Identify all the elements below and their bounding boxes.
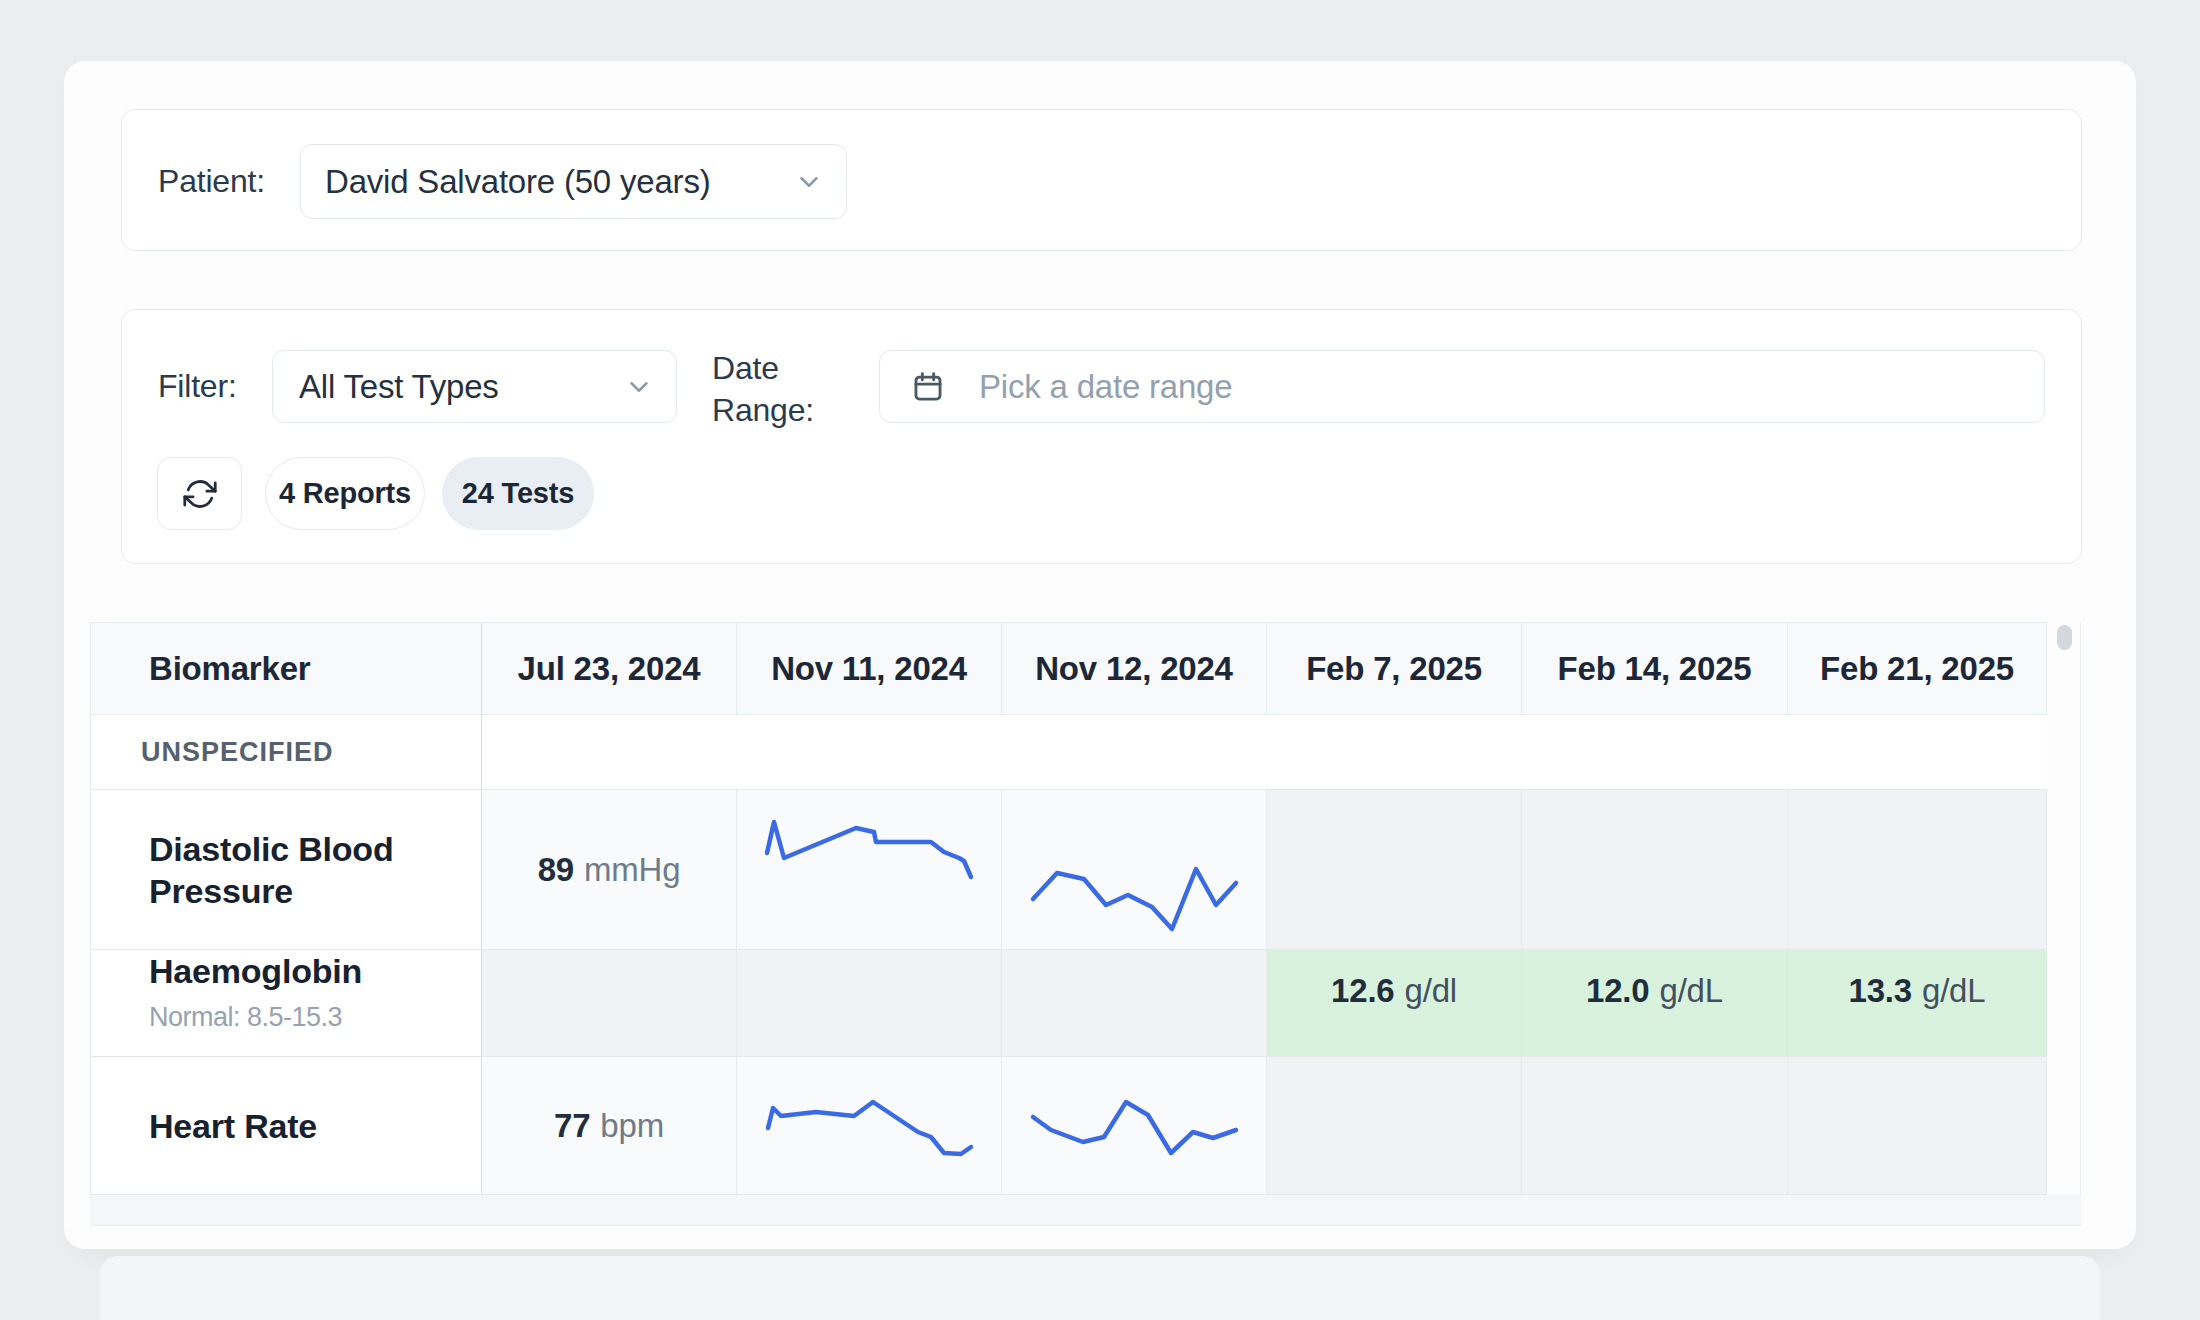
- refresh-button[interactable]: [157, 457, 242, 530]
- biomarker-name: Haemoglobin: [149, 950, 362, 992]
- value-cell: 89mmHg: [482, 790, 737, 949]
- patient-select[interactable]: David Salvatore (50 years): [300, 144, 847, 219]
- biomarker-column-header: Biomarker: [90, 623, 482, 714]
- date-column-header: Nov 11, 2024: [737, 623, 1002, 714]
- sparkline-chart: [763, 1097, 976, 1159]
- patient-panel: Patient: David Salvatore (50 years): [121, 109, 2082, 251]
- test-type-select-value: All Test Types: [299, 368, 499, 406]
- test-type-select[interactable]: All Test Types: [272, 350, 677, 423]
- empty-cell: [1788, 1057, 2047, 1194]
- date-column-header: Feb 14, 2025: [1522, 623, 1788, 714]
- empty-cell: [1522, 790, 1788, 949]
- biomarker-name-cell: Haemoglobin Normal: 8.5-15.3: [90, 950, 482, 1056]
- sparkline-cell[interactable]: [737, 1057, 1002, 1194]
- date-range-placeholder: Pick a date range: [979, 368, 1232, 406]
- chevron-down-icon: [624, 372, 654, 402]
- empty-cell: [1267, 790, 1522, 949]
- empty-cell: [1267, 1057, 1522, 1194]
- reports-button[interactable]: 4 Reports: [265, 457, 425, 530]
- sparkline-chart: [762, 817, 976, 882]
- tests-button[interactable]: 24 Tests: [442, 457, 594, 530]
- value-cell: 12.0g/dL: [1522, 950, 1788, 1056]
- group-row-spacer: [482, 715, 2047, 789]
- normal-range: Normal: 8.5-15.3: [149, 1002, 362, 1033]
- filter-panel: Filter: All Test Types Date Range: Pick …: [121, 309, 2082, 564]
- value-cell: 77bpm: [482, 1057, 737, 1194]
- date-range-input[interactable]: Pick a date range: [879, 350, 2045, 423]
- date-column-header: Feb 7, 2025: [1267, 623, 1522, 714]
- biomarker-table: BiomarkerJul 23, 2024Nov 11, 2024Nov 12,…: [90, 622, 2081, 1195]
- empty-cell: [737, 950, 1002, 1056]
- chevron-down-icon: [794, 167, 824, 197]
- sparkline-cell[interactable]: [1002, 790, 1267, 949]
- empty-cell: [1002, 950, 1267, 1056]
- group-label-cell: UNSPECIFIED: [90, 715, 482, 789]
- sparkline-chart: [1028, 1097, 1241, 1158]
- value-cell: 12.6g/dl: [1267, 950, 1522, 1056]
- biomarker-name: Heart Rate: [149, 1105, 317, 1147]
- refresh-icon: [182, 476, 218, 512]
- vertical-scrollbar-track: [2047, 622, 2081, 1195]
- date-column-header: Feb 21, 2025: [1788, 623, 2047, 714]
- sparkline-chart: [1028, 864, 1241, 934]
- date-range-label: Date Range:: [712, 347, 814, 431]
- patient-select-value: David Salvatore (50 years): [325, 163, 710, 201]
- next-section-card: [100, 1256, 2100, 1320]
- value-cell: 13.3g/dL: [1788, 950, 2047, 1056]
- empty-cell: [482, 950, 737, 1056]
- empty-cell: [1788, 790, 2047, 949]
- patient-label: Patient:: [158, 110, 265, 252]
- sparkline-cell[interactable]: [1002, 1057, 1267, 1194]
- horizontal-scrollbar-track: [90, 1195, 2081, 1226]
- date-column-header: Nov 12, 2024: [1002, 623, 1267, 714]
- date-column-header: Jul 23, 2024: [482, 623, 737, 714]
- filter-label: Filter:: [158, 350, 237, 423]
- vertical-scrollbar-thumb[interactable]: [2057, 625, 2072, 650]
- biomarker-name: Diastolic Blood Pressure: [149, 828, 399, 912]
- biomarker-name-cell: Diastolic Blood Pressure: [90, 790, 482, 949]
- sparkline-cell[interactable]: [737, 790, 1002, 949]
- biomarker-name-cell: Heart Rate: [90, 1057, 482, 1194]
- empty-cell: [1522, 1057, 1788, 1194]
- calendar-icon: [911, 370, 945, 404]
